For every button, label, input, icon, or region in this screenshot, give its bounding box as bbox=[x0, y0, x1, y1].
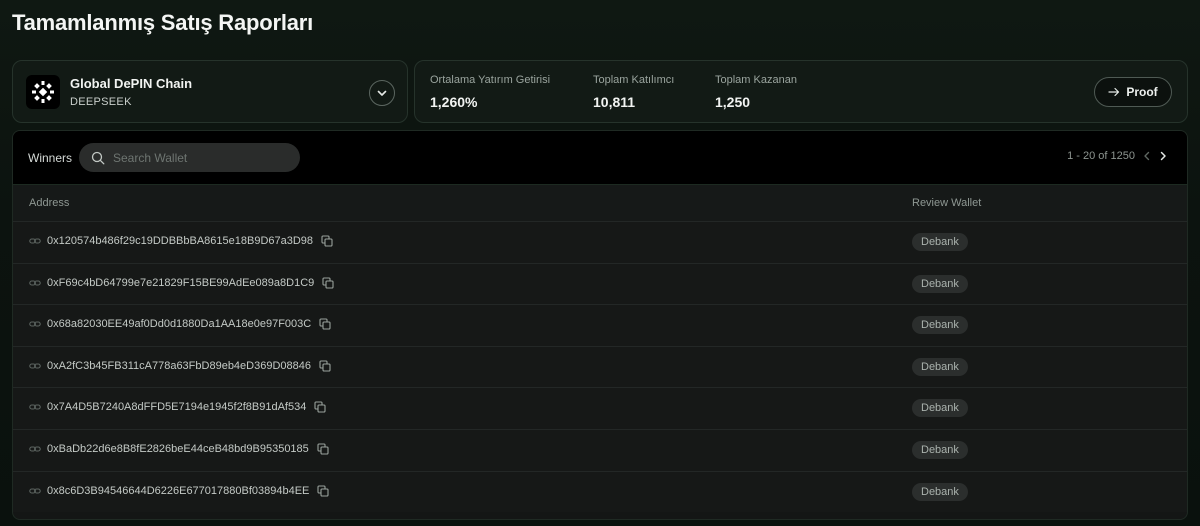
wallet-address: 0x120574b486f29c19DDBBbBA8615e18B9D67a3D… bbox=[47, 235, 314, 247]
table-row: 0x120574b486f29c19DDBBbBA8615e18B9D67a3D… bbox=[13, 221, 1187, 263]
debank-review-button[interactable]: Debank bbox=[912, 399, 968, 418]
stat-label: Toplam Kazanan bbox=[715, 74, 797, 86]
address-cell: 0x7A4D5B7240A8dFFD5E7194e1945f2f8B91dAf5… bbox=[29, 401, 326, 413]
chain-subtitle: DEEPSEEK bbox=[70, 96, 132, 108]
chain-dropdown-button[interactable] bbox=[369, 80, 395, 106]
copy-address-button[interactable] bbox=[319, 318, 331, 330]
winners-table-body: 0x120574b486f29c19DDBBbBA8615e18B9D67a3D… bbox=[13, 221, 1187, 513]
copy-icon bbox=[319, 318, 331, 330]
table-row: 0xBaDb22d6e8B8fE2826beE44ceB48bd9B953501… bbox=[13, 428, 1187, 471]
search-icon bbox=[91, 151, 105, 164]
copy-icon bbox=[317, 443, 329, 455]
stats-card: Ortalama Yatırım Getirisi 1,260% Toplam … bbox=[414, 60, 1188, 123]
search-wallet-input[interactable] bbox=[113, 150, 283, 165]
proof-button[interactable]: Proof bbox=[1094, 77, 1172, 107]
winners-panel: Winners 1 - 20 of 1250 Address Rev bbox=[12, 130, 1188, 520]
link-icon bbox=[29, 446, 41, 452]
address-cell: 0x120574b486f29c19DDBBbBA8615e18B9D67a3D… bbox=[29, 235, 333, 247]
chevron-left-icon bbox=[1144, 151, 1150, 161]
link-icon bbox=[29, 321, 41, 327]
debank-review-button[interactable]: Debank bbox=[912, 357, 968, 376]
link-icon bbox=[29, 404, 41, 410]
link-icon bbox=[29, 280, 41, 286]
copy-address-button[interactable] bbox=[321, 235, 333, 247]
stat-total-participants: Toplam Katılımcı 10,811 bbox=[593, 74, 674, 110]
chevron-right-icon bbox=[1160, 151, 1166, 161]
link-icon bbox=[29, 363, 41, 369]
address-cell: 0xA2fC3b45FB311cA778a63FbD89eb4eD369D088… bbox=[29, 360, 331, 372]
debank-review-button[interactable]: Debank bbox=[912, 274, 968, 293]
stat-label: Ortalama Yatırım Getirisi bbox=[430, 74, 551, 86]
pagination: 1 - 20 of 1250 bbox=[1067, 150, 1167, 162]
prev-page-button[interactable] bbox=[1143, 151, 1151, 161]
address-cell: 0xF69c4bD64799e7e21829F15BE99AdEe089a8D1… bbox=[29, 277, 334, 289]
stat-avg-return: Ortalama Yatırım Getirisi 1,260% bbox=[430, 74, 550, 110]
copy-address-button[interactable] bbox=[317, 485, 329, 497]
table-row: 0x8c6D3B94546644D6226E677017880Bf03894b4… bbox=[13, 470, 1187, 513]
copy-address-button[interactable] bbox=[322, 277, 334, 289]
address-cell: 0xBaDb22d6e8B8fE2826beE44ceB48bd9B953501… bbox=[29, 443, 329, 455]
winners-toolbar: Winners 1 - 20 of 1250 bbox=[13, 131, 1187, 185]
debank-review-button[interactable]: Debank bbox=[912, 440, 968, 459]
stat-total-winners: Toplam Kazanan 1,250 bbox=[715, 74, 797, 110]
wallet-address: 0x68a82030EE49af0Dd0d1880Da1AA18e0e97F00… bbox=[47, 318, 312, 331]
wallet-address: 0x7A4D5B7240A8dFFD5E7194e1945f2f8B91dAf5… bbox=[47, 401, 307, 414]
chain-name: Global DePIN Chain bbox=[70, 76, 193, 91]
wallet-address: 0xBaDb22d6e8B8fE2826beE44ceB48bd9B953501… bbox=[47, 442, 309, 455]
copy-icon bbox=[322, 277, 334, 289]
copy-address-button[interactable] bbox=[314, 401, 326, 413]
next-page-button[interactable] bbox=[1159, 151, 1167, 161]
copy-icon bbox=[319, 360, 331, 372]
copy-icon bbox=[314, 401, 326, 413]
chain-selector-card[interactable]: Global DePIN Chain DEEPSEEK bbox=[12, 60, 408, 123]
stat-label: Toplam Katılımcı bbox=[593, 74, 675, 86]
debank-review-button[interactable]: Debank bbox=[912, 316, 968, 335]
stat-value: 1,250 bbox=[715, 94, 751, 110]
search-wallet-box[interactable] bbox=[79, 143, 300, 172]
wallet-address: 0xA2fC3b45FB311cA778a63FbD89eb4eD369D088… bbox=[47, 359, 311, 372]
column-header-address: Address bbox=[29, 197, 70, 209]
chain-logo-icon bbox=[32, 81, 54, 103]
table-row: 0x68a82030EE49af0Dd0d1880Da1AA18e0e97F00… bbox=[13, 304, 1187, 346]
link-icon bbox=[29, 238, 41, 244]
debank-review-button[interactable]: Debank bbox=[912, 482, 968, 501]
chain-logo bbox=[26, 75, 60, 109]
winners-label: Winners bbox=[28, 151, 73, 165]
table-row: 0xF69c4bD64799e7e21829F15BE99AdEe089a8D1… bbox=[13, 262, 1187, 305]
stat-value: 10,811 bbox=[593, 94, 636, 110]
copy-address-button[interactable] bbox=[317, 443, 329, 455]
arrow-right-icon bbox=[1108, 87, 1120, 97]
copy-address-button[interactable] bbox=[319, 360, 331, 372]
link-icon bbox=[29, 488, 41, 494]
column-header-review: Review Wallet bbox=[912, 197, 982, 209]
copy-icon bbox=[317, 485, 329, 497]
page-title: Tamamlanmış Satış Raporları bbox=[12, 10, 314, 35]
proof-button-label: Proof bbox=[1126, 85, 1158, 99]
debank-review-button[interactable]: Debank bbox=[912, 233, 968, 251]
table-header: Address Review Wallet bbox=[13, 185, 1187, 221]
address-cell: 0x8c6D3B94546644D6226E677017880Bf03894b4… bbox=[29, 485, 329, 497]
copy-icon bbox=[321, 235, 333, 247]
wallet-address: 0xF69c4bD64799e7e21829F15BE99AdEe089a8D1… bbox=[47, 276, 315, 289]
table-row: 0xA2fC3b45FB311cA778a63FbD89eb4eD369D088… bbox=[13, 345, 1187, 388]
chevron-down-icon bbox=[377, 90, 387, 96]
address-cell: 0x68a82030EE49af0Dd0d1880Da1AA18e0e97F00… bbox=[29, 318, 331, 330]
table-row: 0x7A4D5B7240A8dFFD5E7194e1945f2f8B91dAf5… bbox=[13, 387, 1187, 429]
pagination-text: 1 - 20 of 1250 bbox=[1067, 150, 1135, 162]
wallet-address: 0x8c6D3B94546644D6226E677017880Bf03894b4… bbox=[47, 484, 310, 497]
stat-value: 1,260% bbox=[430, 94, 478, 110]
